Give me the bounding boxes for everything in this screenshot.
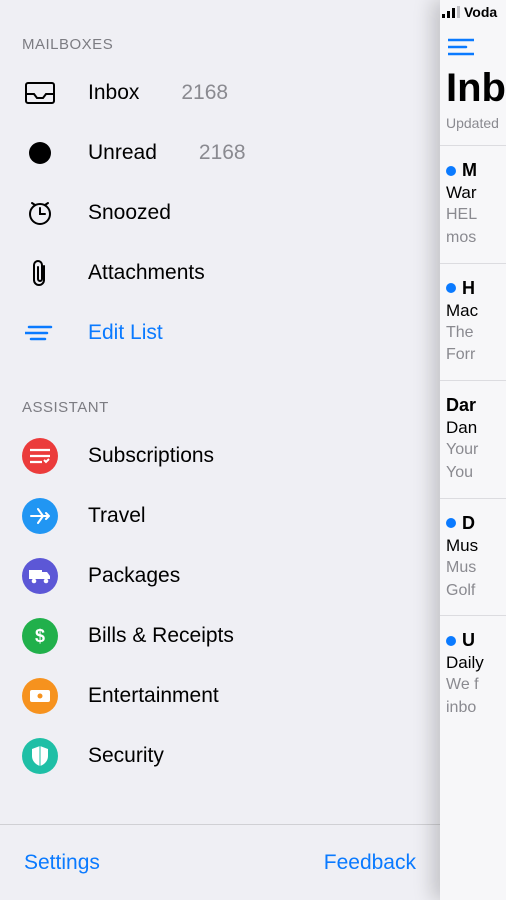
carrier-label: Voda xyxy=(464,4,497,20)
message-preview: The xyxy=(446,323,506,344)
settings-button[interactable]: Settings xyxy=(24,851,100,875)
shield-icon xyxy=(22,738,58,774)
message-preview: Mus xyxy=(446,558,506,579)
sidebar-item-travel[interactable]: Travel xyxy=(0,486,440,546)
unread-icon xyxy=(22,135,58,171)
sidebar-item-snoozed[interactable]: Snoozed xyxy=(0,183,440,243)
message-row[interactable]: H Mac The Forr xyxy=(440,263,506,381)
message-preview: mos xyxy=(446,228,506,249)
mailboxes-header: MAILBOXES xyxy=(0,0,440,63)
unread-dot-icon xyxy=(446,283,456,293)
message-row[interactable]: U Daily We f inbo xyxy=(440,615,506,733)
sidebar-item-label: Unread xyxy=(88,141,157,165)
page-title: Inb xyxy=(440,66,506,111)
sidebar-item-unread[interactable]: Unread 2168 xyxy=(0,123,440,183)
sidebar-item-label: Snoozed xyxy=(88,201,171,225)
truck-icon xyxy=(22,558,58,594)
unread-dot-icon xyxy=(446,518,456,528)
paperclip-icon xyxy=(22,255,58,291)
edit-list-label: Edit List xyxy=(88,321,163,345)
message-subject: Daily xyxy=(446,653,506,673)
message-subject: War xyxy=(446,183,506,203)
message-from: D xyxy=(462,513,475,534)
message-subject: Mac xyxy=(446,301,506,321)
updated-label: Updated xyxy=(440,111,506,145)
sidebar-item-count: 2168 xyxy=(199,141,246,165)
sidebar-item-label: Bills & Receipts xyxy=(88,624,234,648)
message-from: Dar xyxy=(446,395,476,416)
airplane-icon xyxy=(22,498,58,534)
message-subject: Dan xyxy=(446,418,506,438)
inbox-icon xyxy=(22,75,58,111)
sidebar-item-bills[interactable]: $ Bills & Receipts xyxy=(0,606,440,666)
message-preview: Golf xyxy=(446,581,506,602)
message-preview: We f xyxy=(446,675,506,696)
signal-icon xyxy=(442,6,460,18)
message-preview: HEL xyxy=(446,205,506,226)
sidebar: MAILBOXES Inbox 2168 Unread 2168 Snoozed xyxy=(0,0,440,900)
unread-dot-icon xyxy=(446,636,456,646)
feedback-button[interactable]: Feedback xyxy=(324,851,416,875)
unread-dot-icon xyxy=(446,166,456,176)
sidebar-item-packages[interactable]: Packages xyxy=(0,546,440,606)
sidebar-item-security[interactable]: Security xyxy=(0,726,440,786)
assistant-header: ASSISTANT xyxy=(0,363,440,426)
ticket-icon xyxy=(22,678,58,714)
main-panel-peek[interactable]: Voda Inb Updated M War HEL mos H Mac The… xyxy=(440,0,506,900)
dollar-icon: $ xyxy=(22,618,58,654)
edit-list-button[interactable]: Edit List xyxy=(0,303,440,363)
sidebar-scroll: MAILBOXES Inbox 2168 Unread 2168 Snoozed xyxy=(0,0,440,824)
sidebar-item-label: Travel xyxy=(88,504,146,528)
sidebar-item-label: Inbox xyxy=(88,81,139,105)
sidebar-item-label: Attachments xyxy=(88,261,205,285)
message-preview: Your xyxy=(446,440,506,461)
sidebar-item-label: Packages xyxy=(88,564,180,588)
message-from: H xyxy=(462,278,475,299)
message-row[interactable]: M War HEL mos xyxy=(440,145,506,263)
sidebar-item-attachments[interactable]: Attachments xyxy=(0,243,440,303)
sidebar-item-subscriptions[interactable]: Subscriptions xyxy=(0,426,440,486)
sidebar-item-count: 2168 xyxy=(181,81,228,105)
svg-text:$: $ xyxy=(35,626,45,646)
message-subject: Mus xyxy=(446,536,506,556)
sidebar-footer: Settings Feedback xyxy=(0,824,440,900)
edit-list-icon xyxy=(22,315,58,351)
sidebar-item-label: Subscriptions xyxy=(88,444,214,468)
clock-icon xyxy=(22,195,58,231)
message-preview: Forr xyxy=(446,345,506,366)
menu-icon xyxy=(448,38,474,56)
message-preview: You xyxy=(446,463,506,484)
message-row[interactable]: D Mus Mus Golf xyxy=(440,498,506,616)
subscriptions-icon xyxy=(22,438,58,474)
status-bar: Voda xyxy=(440,0,506,22)
sidebar-item-label: Entertainment xyxy=(88,684,219,708)
sidebar-item-inbox[interactable]: Inbox 2168 xyxy=(0,63,440,123)
message-preview: inbo xyxy=(446,698,506,719)
menu-button[interactable] xyxy=(448,38,506,56)
message-from: U xyxy=(462,630,475,651)
sidebar-item-entertainment[interactable]: Entertainment xyxy=(0,666,440,726)
message-row[interactable]: Dar Dan Your You xyxy=(440,380,506,498)
sidebar-item-label: Security xyxy=(88,744,164,768)
message-from: M xyxy=(462,160,477,181)
